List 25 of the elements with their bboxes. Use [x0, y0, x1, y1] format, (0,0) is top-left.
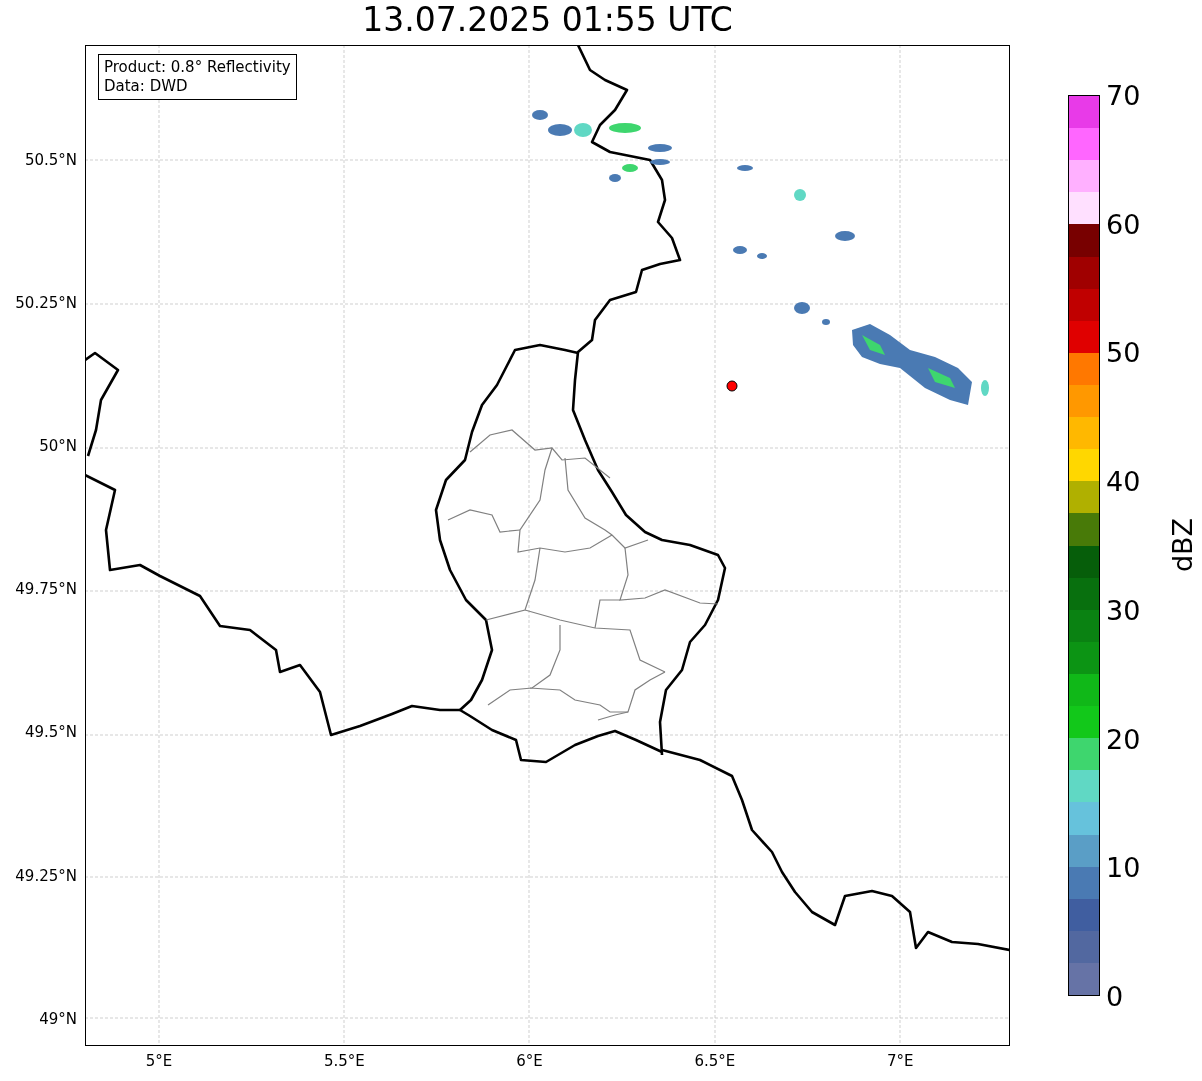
- colorbar-tick-label: 60: [1106, 208, 1141, 240]
- colorbar-tick-label: 30: [1106, 594, 1141, 626]
- colorbar-tick-label: 40: [1106, 465, 1141, 497]
- axis-tick-label: 49.75°N: [15, 580, 77, 599]
- info-text: Product: 0.8° Reflectivity: [104, 58, 291, 77]
- axis-tick-label: 49.5°N: [24, 723, 77, 742]
- location-marker: [726, 380, 738, 392]
- axis-tick-label: 50°N: [39, 437, 77, 456]
- colorbar-tick-label: 10: [1106, 851, 1141, 883]
- axis-tick-label: 49.25°N: [15, 866, 77, 885]
- colorbar-tick-label: 0: [1106, 980, 1124, 1012]
- axis-tick-label: 6.5°E: [694, 1052, 736, 1070]
- colorbar-tick-label: 70: [1106, 79, 1141, 111]
- info-text: Data: DWD: [104, 77, 189, 96]
- axis-tick-label: 5°E: [145, 1052, 173, 1070]
- axis-tick-label: 49°N: [39, 1009, 77, 1028]
- colorbar-label: dBZ: [1166, 517, 1198, 573]
- axis-tick-label: 5.5°E: [323, 1052, 365, 1070]
- colorbar-tick-label: 20: [1106, 723, 1141, 755]
- colorbar-tick-label: 50: [1106, 336, 1141, 368]
- chart-title: 13.07.2025 01:55 UTC: [362, 0, 733, 41]
- axis-tick-label: 50.25°N: [15, 294, 77, 313]
- axis-tick-label: 7°E: [886, 1052, 914, 1070]
- axis-tick-label: 6°E: [516, 1052, 543, 1070]
- axis-tick-label: 50.5°N: [24, 151, 77, 169]
